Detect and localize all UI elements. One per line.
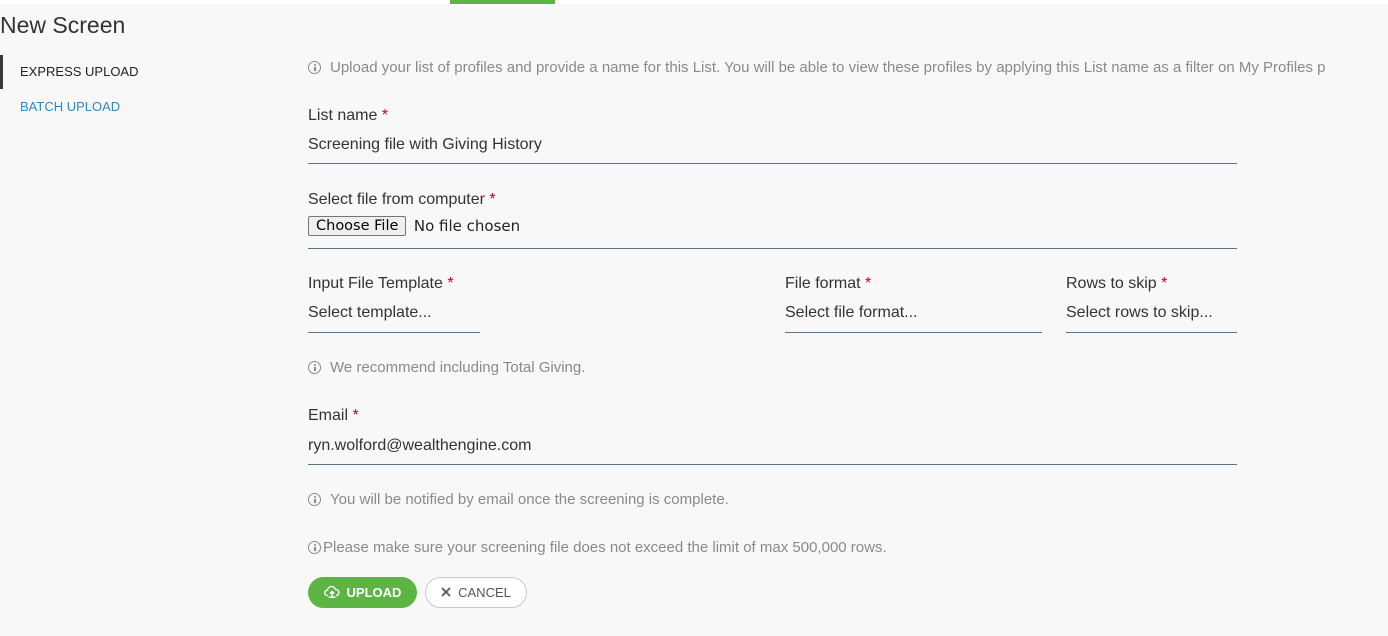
sidebar-item-batch-upload[interactable]: BATCH UPLOAD [0,90,230,124]
list-name-label-text: List name [308,107,378,124]
rows-to-skip-label-text: Rows to skip [1066,275,1157,292]
upload-button-label: UPLOAD [346,585,402,600]
limit-info: Please make sure your screening file doe… [308,539,887,556]
limit-text: Please make sure your screening file doe… [323,539,887,556]
side-nav: EXPRESS UPLOAD BATCH UPLOAD [0,55,230,124]
active-tab-indicator [450,0,555,4]
cloud-upload-icon [323,585,340,600]
info-icon [308,61,321,74]
email-field[interactable]: ryn.wolford@wealthengine.com [308,437,1237,465]
file-input: Choose File No file chosen [308,216,1237,249]
template-label-text: Input File Template [308,275,443,292]
intro-info: Upload your list of profiles and provide… [308,59,1388,76]
template-select[interactable]: Select template... [308,304,480,333]
upload-button[interactable]: UPLOAD [308,577,417,608]
file-format-label-text: File format [785,275,861,292]
template-placeholder: Select template... [308,304,432,321]
info-icon [308,541,321,554]
required-marker: * [489,191,496,208]
notify-text: You will be notified by email once the s… [330,491,729,508]
template-label: Input File Template * [308,275,454,293]
top-strip [0,0,1388,4]
list-name-input[interactable]: Screening file with Giving History [308,136,1237,164]
rows-to-skip-select[interactable]: Select rows to skip... [1066,304,1237,333]
file-status: No file chosen [413,217,521,235]
email-value: ryn.wolford@wealthengine.com [308,437,532,454]
required-marker: * [352,407,359,424]
file-select-label-text: Select file from computer [308,191,485,208]
cancel-button[interactable]: CANCEL [425,577,527,608]
info-icon [308,361,321,374]
required-marker: * [1161,275,1168,292]
recommend-info: We recommend including Total Giving. [308,359,585,376]
file-format-label: File format * [785,275,871,293]
email-label-text: Email [308,407,349,424]
list-name-label: List name * [308,107,388,125]
cancel-button-label: CANCEL [458,585,511,600]
email-label: Email * [308,407,359,425]
intro-text: Upload your list of profiles and provide… [330,59,1326,76]
rows-to-skip-label: Rows to skip * [1066,275,1167,293]
rows-to-skip-placeholder: Select rows to skip... [1066,304,1213,321]
list-name-value: Screening file with Giving History [308,136,542,153]
close-icon [441,586,451,599]
required-marker: * [447,275,454,292]
file-select-label: Select file from computer * [308,191,496,209]
required-marker: * [865,275,872,292]
notify-info: You will be notified by email once the s… [308,491,729,508]
file-format-placeholder: Select file format... [785,304,918,321]
required-marker: * [381,107,389,124]
page-title: New Screen [0,12,126,38]
sidebar-item-express-upload[interactable]: EXPRESS UPLOAD [0,55,230,89]
recommend-text: We recommend including Total Giving. [330,359,586,376]
file-format-select[interactable]: Select file format... [785,304,1042,333]
choose-file-button[interactable]: Choose File [308,216,407,236]
info-icon [308,493,321,506]
